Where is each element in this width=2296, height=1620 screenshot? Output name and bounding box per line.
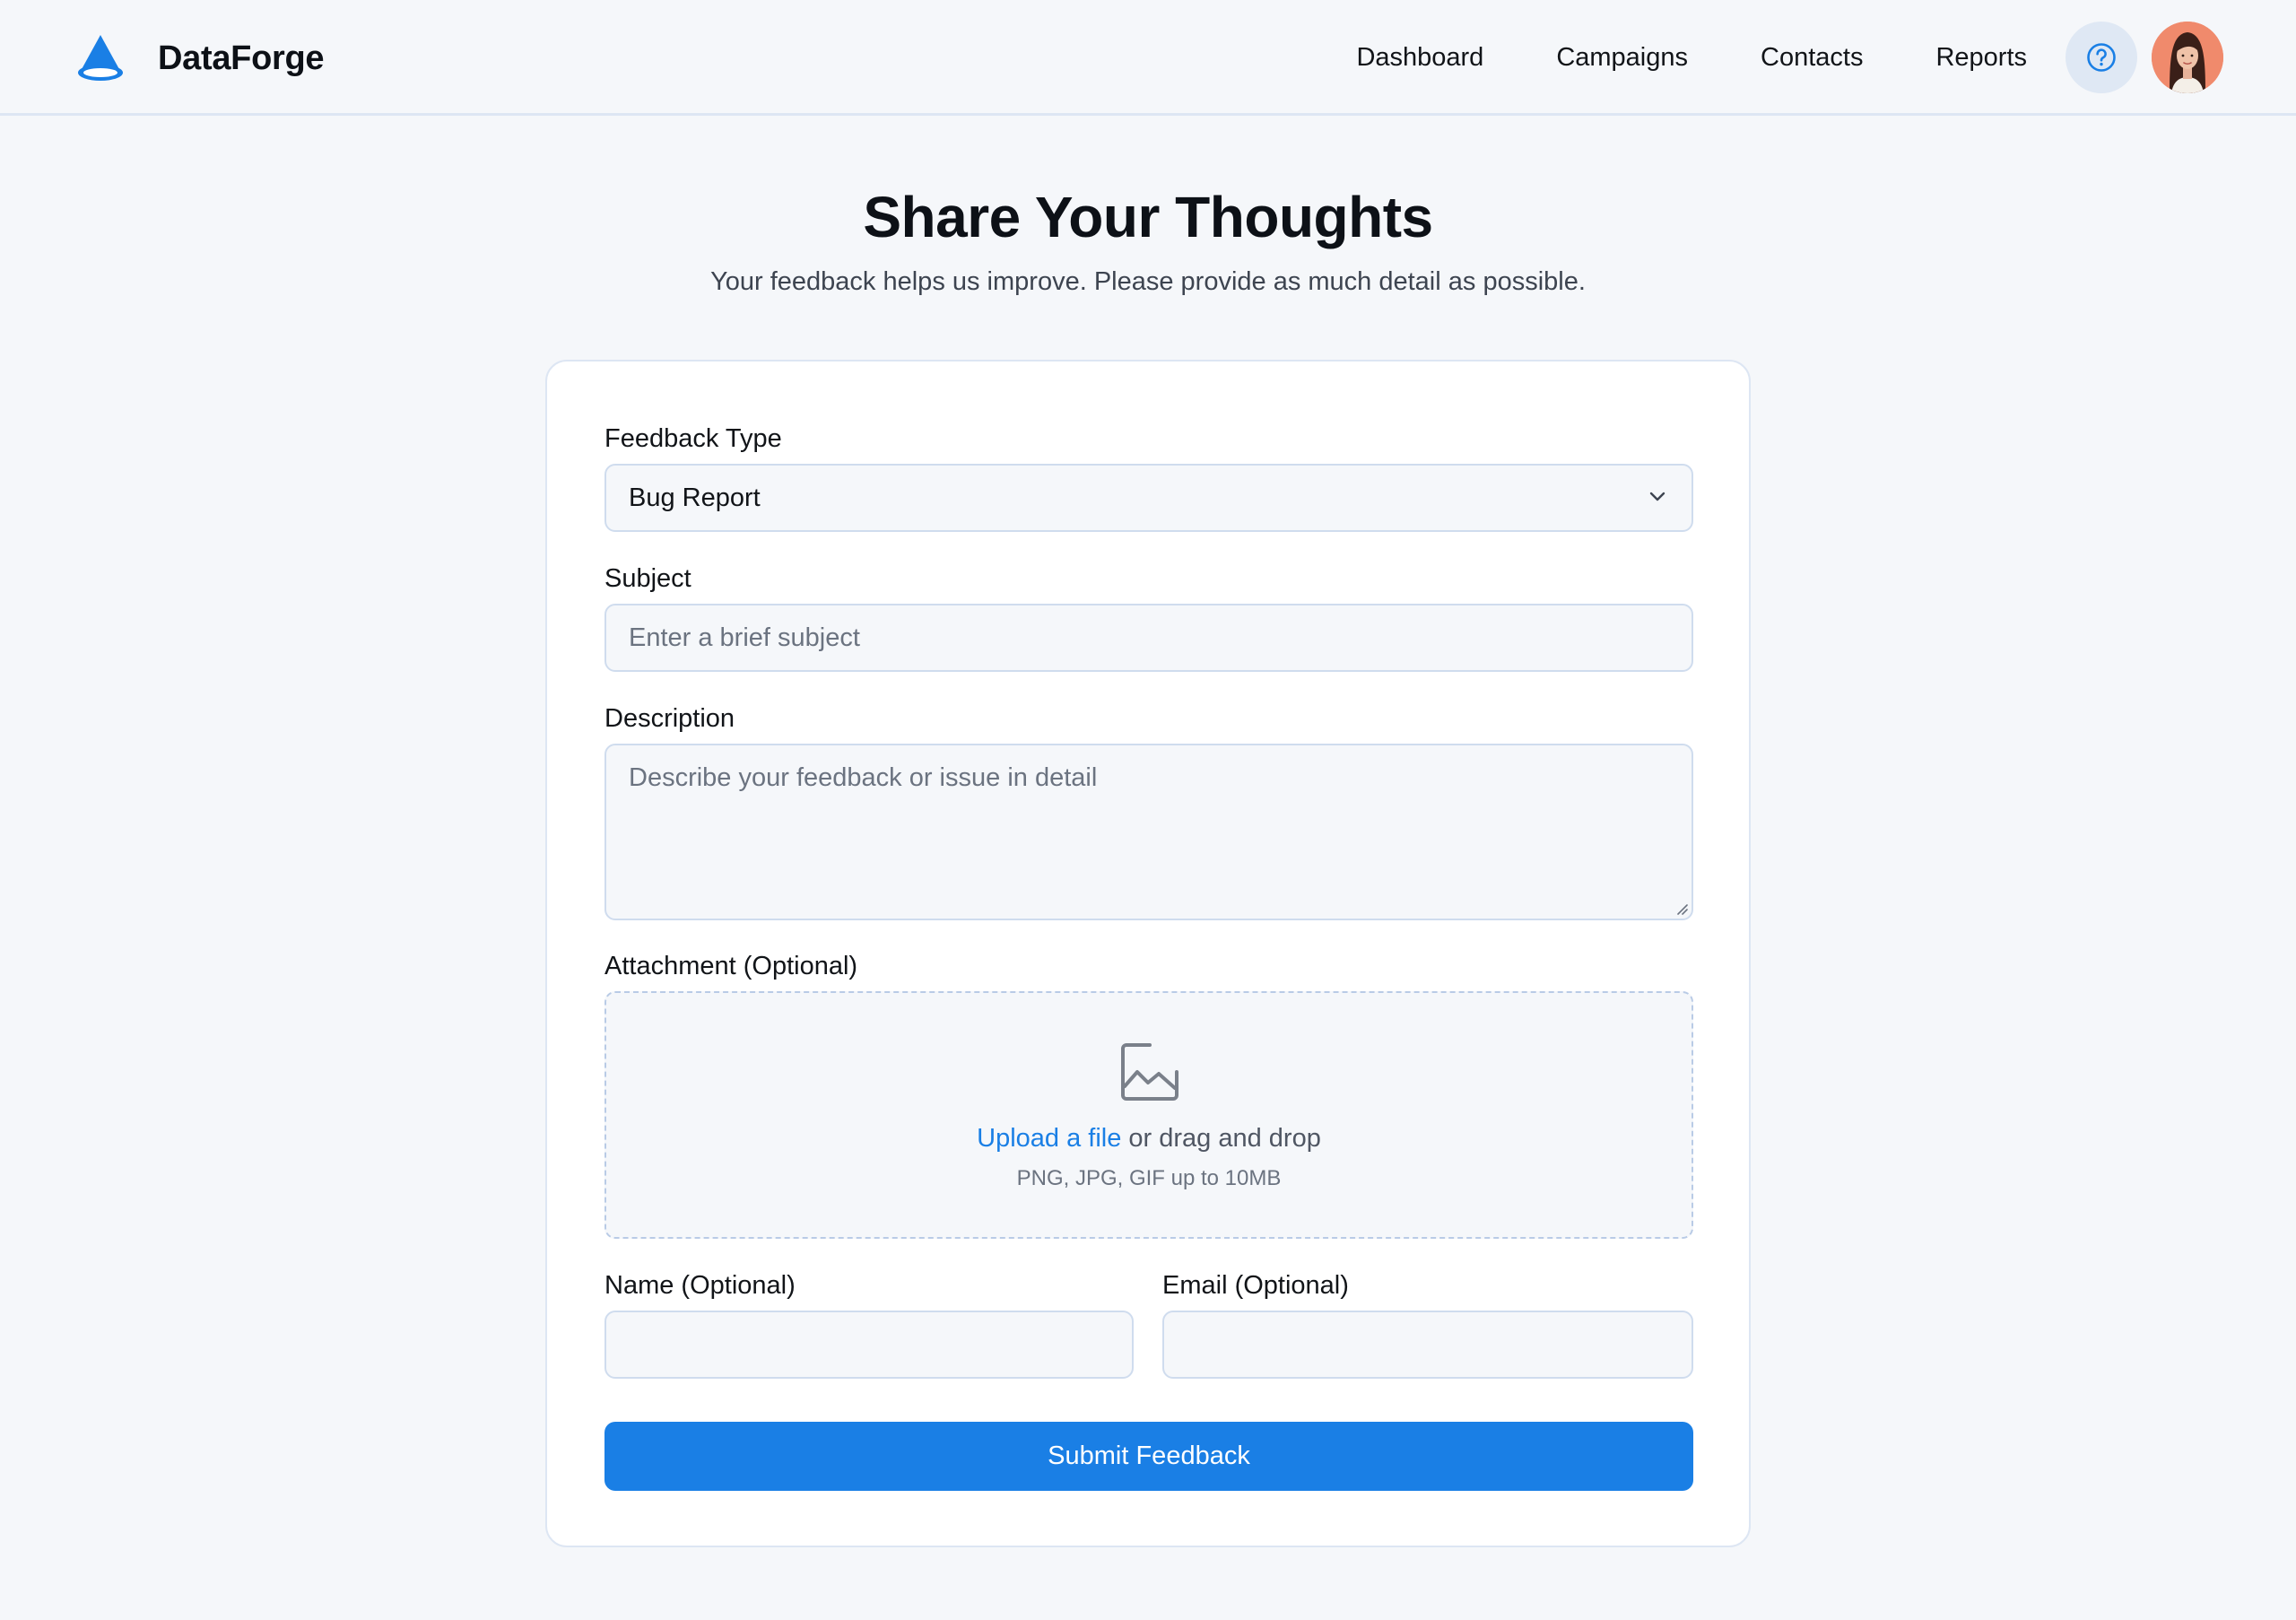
upload-instructions: Upload a file or drag and drop <box>606 1124 1692 1154</box>
subject-label: Subject <box>604 564 691 593</box>
resize-handle-icon[interactable] <box>1674 901 1688 915</box>
name-label: Name (Optional) <box>604 1271 796 1300</box>
feedback-type-label: Feedback Type <box>604 424 782 453</box>
page-title: Share Your Thoughts <box>863 185 1433 249</box>
description-textarea[interactable]: Describe your feedback or issue in detai… <box>604 744 1693 920</box>
user-avatar[interactable] <box>2152 22 2223 93</box>
nav-reports[interactable]: Reports <box>1935 43 2027 73</box>
upload-hint: PNG, JPG, GIF up to 10MB <box>1016 1166 1282 1190</box>
nav-campaigns[interactable]: Campaigns <box>1556 43 1688 73</box>
nav-dashboard[interactable]: Dashboard <box>1356 43 1483 73</box>
subject-placeholder: Enter a brief subject <box>629 623 860 652</box>
page-subtitle: Your feedback helps us improve. Please p… <box>710 267 1586 296</box>
attachment-dropzone[interactable]: Upload a file or drag and drop PNG, JPG,… <box>604 991 1693 1239</box>
feedback-type-value: Bug Report <box>629 483 761 512</box>
submit-feedback-label: Submit Feedback <box>1048 1441 1250 1470</box>
submit-feedback-button[interactable]: Submit Feedback <box>604 1422 1693 1491</box>
top-navbar: DataForge Dashboard Campaigns Contacts R… <box>0 0 2296 116</box>
brand-name: DataForge <box>158 39 325 77</box>
chevron-down-icon <box>1649 492 1665 501</box>
feedback-type-select[interactable]: Bug Report <box>604 464 1693 532</box>
upload-file-link[interactable]: Upload a file <box>977 1124 1121 1153</box>
email-input[interactable] <box>1162 1311 1693 1379</box>
description-label: Description <box>604 704 735 733</box>
email-label: Email (Optional) <box>1162 1271 1349 1300</box>
brand[interactable]: DataForge <box>74 30 325 87</box>
feedback-form-card: Feedback Type Bug Report Subject Enter a… <box>545 360 1751 1547</box>
question-circle-icon <box>2087 43 2116 72</box>
nav-contacts[interactable]: Contacts <box>1761 43 1863 73</box>
help-button[interactable] <box>2066 22 2137 93</box>
name-input[interactable] <box>604 1311 1134 1379</box>
attachment-label: Attachment (Optional) <box>604 952 858 980</box>
image-icon <box>1121 1043 1178 1101</box>
description-placeholder: Describe your feedback or issue in detai… <box>629 763 1098 792</box>
main-nav: Dashboard Campaigns Contacts Reports <box>1283 0 2027 116</box>
dataforge-logo-icon <box>78 35 123 81</box>
subject-input[interactable]: Enter a brief subject <box>604 604 1693 672</box>
avatar-portrait-icon <box>2152 22 2223 93</box>
drag-drop-text: or drag and drop <box>1128 1124 1321 1153</box>
